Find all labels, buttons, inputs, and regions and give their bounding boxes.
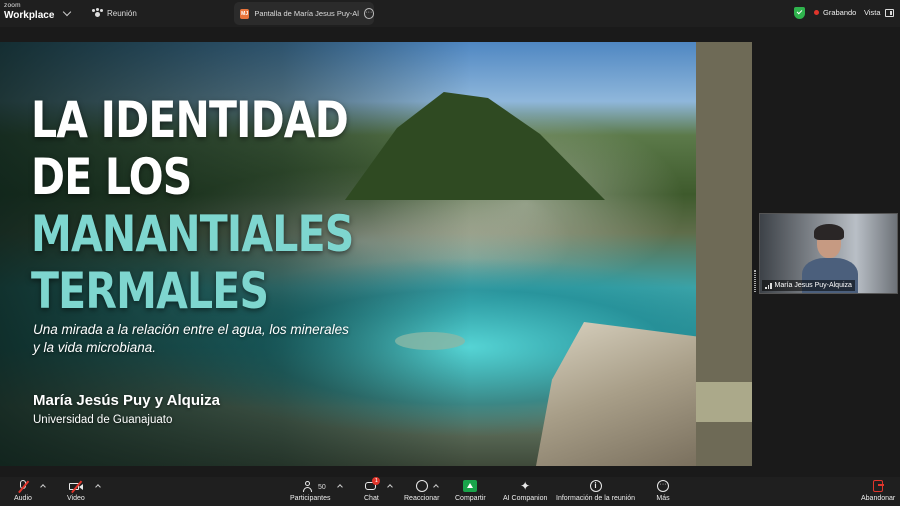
chat-label: Chat <box>364 495 379 502</box>
muted-microphone-icon <box>16 480 30 493</box>
audio-label: Audio <box>14 495 32 502</box>
resize-handle[interactable] <box>754 270 756 292</box>
video-button[interactable]: Video <box>67 480 85 502</box>
view-button[interactable]: Vista <box>864 8 894 17</box>
screen-share-tab[interactable]: MJ Pantalla de María Jesus Puy-Alquiza ·… <box>234 2 374 25</box>
share-screen-button[interactable]: Compartir <box>455 480 486 502</box>
rock-image <box>395 332 465 350</box>
title-line-4: TERMALES <box>31 262 269 320</box>
leave-button[interactable]: Abandonar <box>861 480 895 502</box>
meeting-info-button[interactable]: i Información de la reunión <box>556 480 635 502</box>
participants-count: 50 <box>318 484 326 491</box>
video-off-icon <box>68 480 83 493</box>
recording-dot-icon <box>814 10 819 15</box>
slide-author: María Jesús Puy y Alquiza <box>33 392 221 409</box>
logo-top-text: zoom <box>4 2 21 9</box>
ai-companion-label: AI Companion <box>503 495 548 502</box>
chat-button[interactable]: 1 Chat <box>364 477 381 502</box>
mountain-image <box>345 92 605 200</box>
chat-unread-badge: 1 <box>372 477 381 485</box>
meeting-info-label: Información de la reunión <box>556 495 635 502</box>
top-bar: zoom Workplace Reunión MJ Pantalla de Ma… <box>0 0 900 27</box>
more-button[interactable]: ··· Más <box>656 480 670 502</box>
react-label: Reaccionar <box>404 495 440 502</box>
recording-label: Grabando <box>823 8 857 17</box>
reaction-smiley-icon <box>415 480 429 493</box>
slide-title: LA IDENTIDAD DE LOS MANANTIALES TERMALES <box>31 91 354 320</box>
video-label: Video <box>67 495 85 502</box>
participants-label: Participantes <box>290 495 331 502</box>
recording-indicator[interactable]: Grabando <box>814 8 856 17</box>
share-label: Compartir <box>455 495 486 502</box>
participant-name: María Jesus Puy-Alquiza <box>774 282 852 289</box>
more-label: Más <box>656 495 670 502</box>
ai-companion-button[interactable]: ✦ AI Companion <box>503 480 547 502</box>
title-line-3: MANANTIALES <box>31 205 354 263</box>
audio-options-caret-icon[interactable] <box>40 484 46 490</box>
security-shield-icon[interactable] <box>794 7 805 19</box>
participant-video-tile[interactable]: María Jesus Puy-Alquiza <box>759 213 898 294</box>
slide-band-accent <box>696 382 752 422</box>
share-screen-icon <box>463 480 478 493</box>
title-line-1: LA IDENTIDAD <box>31 91 349 149</box>
leave-door-icon <box>871 480 885 493</box>
participants-options-caret-icon[interactable] <box>337 484 343 490</box>
meeting-tab[interactable]: Reunión <box>92 8 137 18</box>
chat-options-caret-icon[interactable] <box>387 484 393 490</box>
video-options-caret-icon[interactable] <box>95 484 101 490</box>
more-dots-icon: ··· <box>656 480 670 493</box>
view-label: Vista <box>864 8 881 17</box>
chevron-down-icon[interactable] <box>62 7 72 17</box>
meeting-stage: LA IDENTIDAD DE LOS MANANTIALES TERMALES… <box>0 27 900 477</box>
slide-subtitle: Una mirada a la relación entre el agua, … <box>33 322 349 355</box>
view-layout-icon <box>884 8 894 17</box>
logo-bottom-text: Workplace <box>4 9 55 21</box>
audio-button[interactable]: Audio <box>14 480 32 502</box>
meeting-label: Reunión <box>107 8 137 18</box>
screen-share-label: Pantalla de María Jesus Puy-Alquiza <box>254 9 358 18</box>
sharer-avatar: MJ <box>240 8 250 19</box>
sparkle-icon: ✦ <box>520 479 531 493</box>
participant-hair <box>814 224 844 240</box>
more-options-icon[interactable]: ··· <box>363 8 374 19</box>
participants-icon <box>303 480 317 493</box>
shared-slide: LA IDENTIDAD DE LOS MANANTIALES TERMALES… <box>0 42 752 466</box>
paw-icon <box>92 8 103 18</box>
meeting-toolbar: Audio Video Participantes 50 1 Chat Reac… <box>0 477 900 506</box>
leave-label: Abandonar <box>861 495 896 502</box>
participant-name-tag: María Jesus Puy-Alquiza <box>762 280 855 291</box>
signal-strength-icon <box>765 282 772 289</box>
zoom-logo: zoom Workplace <box>4 2 55 21</box>
travertine-rocks-image <box>536 322 696 466</box>
chat-icon: 1 <box>364 477 381 493</box>
info-icon: i <box>589 480 603 493</box>
title-line-2: DE LOS <box>31 148 192 206</box>
slide-affiliation: Universidad de Guanajuato <box>33 414 173 426</box>
react-button[interactable]: Reaccionar <box>404 480 439 502</box>
slide-side-band <box>696 42 752 466</box>
